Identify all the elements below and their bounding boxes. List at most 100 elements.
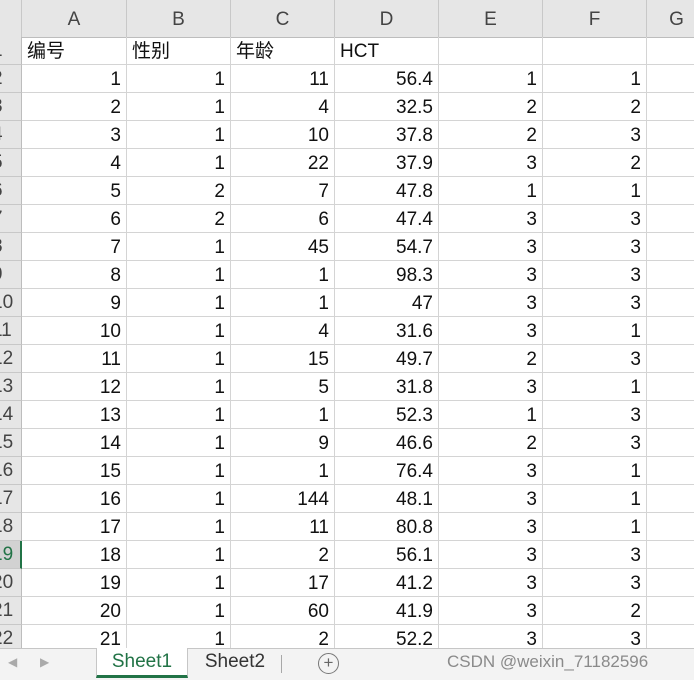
next-sheet-arrow-icon[interactable]: ▶ bbox=[40, 655, 49, 669]
data-cell[interactable]: 2 bbox=[439, 429, 543, 457]
data-cell[interactable]: 3 bbox=[439, 625, 543, 648]
data-cell[interactable]: 3 bbox=[439, 485, 543, 513]
data-cell[interactable]: 47 bbox=[335, 289, 439, 317]
data-cell[interactable]: 6 bbox=[231, 205, 335, 233]
data-cell[interactable]: 31.6 bbox=[335, 317, 439, 345]
data-cell[interactable]: 2 bbox=[439, 93, 543, 121]
data-cell[interactable]: 3 bbox=[543, 625, 647, 648]
data-cell[interactable]: 15 bbox=[231, 345, 335, 373]
data-cell[interactable]: 1 bbox=[127, 625, 231, 648]
data-cell[interactable]: 2 bbox=[543, 149, 647, 177]
data-cell[interactable]: 1 bbox=[543, 177, 647, 205]
data-cell[interactable]: 1 bbox=[127, 457, 231, 485]
data-cell[interactable]: 8 bbox=[22, 261, 127, 289]
data-cell[interactable]: 1 bbox=[127, 317, 231, 345]
data-cell[interactable]: 1 bbox=[127, 429, 231, 457]
row-header-9[interactable]: 9 bbox=[0, 261, 22, 289]
data-cell[interactable]: 1 bbox=[231, 261, 335, 289]
data-cell[interactable]: 3 bbox=[543, 205, 647, 233]
data-cell[interactable]: 54.7 bbox=[335, 233, 439, 261]
data-cell[interactable]: 45 bbox=[231, 233, 335, 261]
row-header-12[interactable]: 12 bbox=[0, 345, 22, 373]
data-cell[interactable]: 2 bbox=[439, 121, 543, 149]
data-cell[interactable]: 1 bbox=[127, 513, 231, 541]
data-cell[interactable]: 47.4 bbox=[335, 205, 439, 233]
data-cell[interactable]: 52.3 bbox=[335, 401, 439, 429]
data-cell[interactable]: 80.8 bbox=[335, 513, 439, 541]
column-header-g[interactable]: G bbox=[647, 0, 694, 37]
data-cell[interactable] bbox=[647, 233, 694, 261]
data-cell[interactable]: 20 bbox=[22, 597, 127, 625]
row-header-10[interactable]: 10 bbox=[0, 289, 22, 317]
row-header-20[interactable]: 20 bbox=[0, 569, 22, 597]
data-cell[interactable]: 3 bbox=[543, 121, 647, 149]
data-cell[interactable]: 1 bbox=[127, 373, 231, 401]
data-cell[interactable]: 2 bbox=[127, 177, 231, 205]
data-cell[interactable]: 3 bbox=[439, 373, 543, 401]
data-cell[interactable]: 3 bbox=[543, 261, 647, 289]
data-cell[interactable] bbox=[647, 401, 694, 429]
data-cell[interactable]: 98.3 bbox=[335, 261, 439, 289]
data-cell[interactable]: 1 bbox=[543, 485, 647, 513]
data-cell[interactable]: 1 bbox=[127, 597, 231, 625]
data-cell[interactable]: 17 bbox=[231, 569, 335, 597]
data-cell[interactable]: 1 bbox=[543, 373, 647, 401]
column-header-e[interactable]: E bbox=[439, 0, 543, 37]
data-cell[interactable]: 11 bbox=[231, 65, 335, 93]
data-cell[interactable]: 7 bbox=[22, 233, 127, 261]
data-cell[interactable]: 3 bbox=[439, 233, 543, 261]
data-cell[interactable]: 10 bbox=[231, 121, 335, 149]
data-cell[interactable]: 3 bbox=[439, 513, 543, 541]
data-cell[interactable]: 41.9 bbox=[335, 597, 439, 625]
data-cell[interactable]: 2 bbox=[439, 345, 543, 373]
data-cell[interactable]: 4 bbox=[231, 93, 335, 121]
row-header-1[interactable]: 1 bbox=[0, 37, 22, 65]
data-cell[interactable]: 41.2 bbox=[335, 569, 439, 597]
header-cell[interactable]: HCT bbox=[335, 37, 439, 65]
data-cell[interactable]: 21 bbox=[22, 625, 127, 648]
data-cell[interactable]: 18 bbox=[22, 541, 127, 569]
data-cell[interactable]: 3 bbox=[439, 569, 543, 597]
data-cell[interactable]: 1 bbox=[127, 485, 231, 513]
data-cell[interactable] bbox=[647, 345, 694, 373]
data-cell[interactable]: 3 bbox=[543, 345, 647, 373]
data-cell[interactable] bbox=[647, 569, 694, 597]
data-cell[interactable]: 1 bbox=[127, 289, 231, 317]
data-cell[interactable]: 1 bbox=[127, 569, 231, 597]
data-cell[interactable]: 1 bbox=[231, 457, 335, 485]
data-cell[interactable]: 1 bbox=[439, 65, 543, 93]
data-cell[interactable]: 19 bbox=[22, 569, 127, 597]
data-cell[interactable] bbox=[647, 597, 694, 625]
data-cell[interactable]: 4 bbox=[22, 149, 127, 177]
data-cell[interactable] bbox=[647, 429, 694, 457]
row-header-22[interactable]: 22 bbox=[0, 625, 22, 648]
column-header-d[interactable]: D bbox=[335, 0, 439, 37]
add-sheet-button[interactable]: + bbox=[318, 653, 339, 674]
data-cell[interactable]: 1 bbox=[127, 65, 231, 93]
data-cell[interactable] bbox=[647, 457, 694, 485]
data-cell[interactable]: 16 bbox=[22, 485, 127, 513]
previous-sheet-arrow-icon[interactable]: ◀ bbox=[8, 655, 17, 669]
data-cell[interactable] bbox=[647, 93, 694, 121]
data-cell[interactable]: 1 bbox=[127, 345, 231, 373]
data-cell[interactable]: 11 bbox=[22, 345, 127, 373]
data-cell[interactable]: 2 bbox=[22, 93, 127, 121]
data-cell[interactable]: 2 bbox=[543, 93, 647, 121]
data-cell[interactable]: 1 bbox=[127, 233, 231, 261]
data-cell[interactable] bbox=[647, 65, 694, 93]
header-cell[interactable] bbox=[647, 37, 694, 65]
data-cell[interactable]: 3 bbox=[439, 597, 543, 625]
data-cell[interactable]: 1 bbox=[127, 121, 231, 149]
data-cell[interactable]: 47.8 bbox=[335, 177, 439, 205]
data-cell[interactable]: 5 bbox=[231, 373, 335, 401]
data-cell[interactable]: 49.7 bbox=[335, 345, 439, 373]
data-cell[interactable] bbox=[647, 373, 694, 401]
data-cell[interactable]: 3 bbox=[439, 289, 543, 317]
tab-sheet2[interactable]: Sheet2 bbox=[190, 648, 280, 678]
data-cell[interactable]: 56.4 bbox=[335, 65, 439, 93]
data-cell[interactable]: 5 bbox=[22, 177, 127, 205]
data-cell[interactable]: 2 bbox=[231, 625, 335, 648]
data-cell[interactable]: 1 bbox=[127, 401, 231, 429]
header-cell[interactable]: 编号 bbox=[22, 37, 127, 65]
data-cell[interactable] bbox=[647, 317, 694, 345]
